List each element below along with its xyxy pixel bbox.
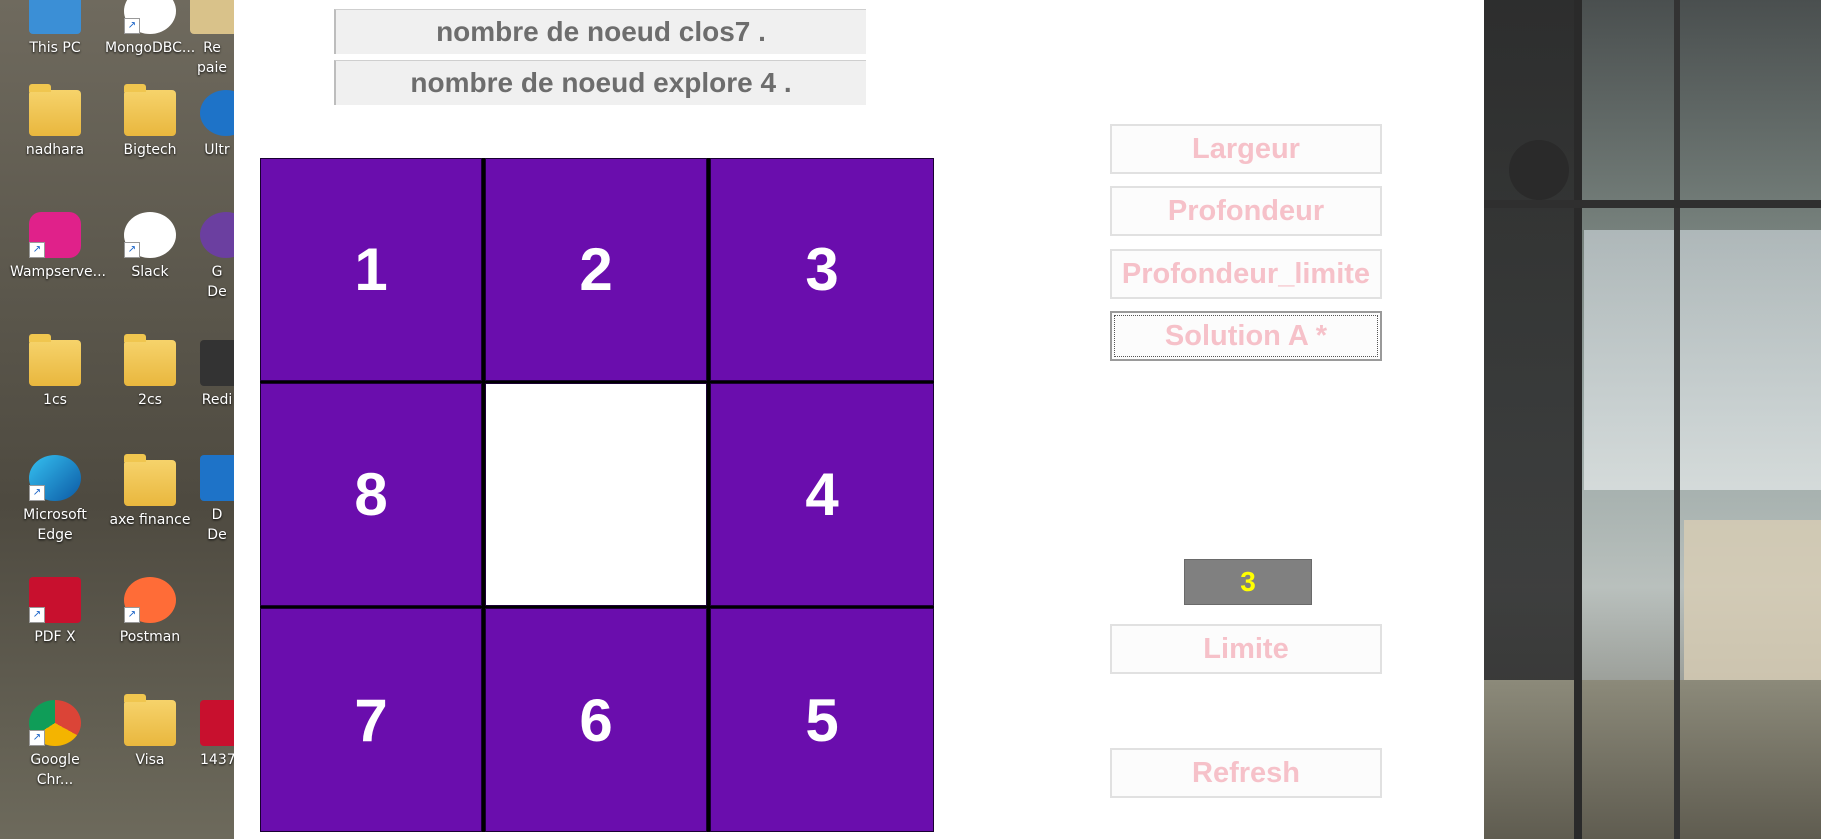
desktop-icon-d-de[interactable]: D De [200,455,234,545]
pdf-icon: ↗ [29,577,81,623]
desktop-icon-mongodb[interactable]: ↗ MongoDBC... [105,0,195,58]
puzzle-tile-8[interactable]: 8 [260,383,482,606]
puzzle-tile-3[interactable]: 3 [710,158,934,381]
profondeur-button[interactable]: Profondeur [1110,186,1382,236]
desktop-icon-redi[interactable]: Redi [200,340,234,410]
desktop-icon-microsoft-edge[interactable]: ↗ Microsoft Edge [10,455,100,545]
puzzle-app-window: nombre de noeud clos7 . nombre de noeud … [234,0,1484,839]
slack-icon: ↗ [124,212,176,258]
desktop-icon-label: Ultr [204,142,230,158]
solution-a-star-button[interactable]: Solution A * [1110,311,1382,361]
desktop-icon-pdf-x[interactable]: ↗ PDF X [10,577,100,647]
computer-icon [29,0,81,34]
folder-icon [29,334,81,386]
closed-nodes-label: nombre de noeud clos7 . [334,9,866,54]
postman-icon: ↗ [124,577,176,623]
desktop-icon-re-paie[interactable]: Re paie [190,0,234,78]
wampserver-icon: ↗ [29,212,81,258]
desktop-icon-label: Slack [131,264,169,280]
puzzle-tile-7[interactable]: 7 [260,608,482,832]
puzzle-tile-1[interactable]: 1 [260,158,482,381]
app-icon [200,455,234,501]
folder-icon [29,84,81,136]
desktop-icon-label: Bigtech [123,142,177,158]
puzzle-tile-5[interactable]: 5 [710,608,934,832]
desktop-icon-label: Visa [135,752,165,768]
desktop-icon-google-chrome[interactable]: ↗ Google Chr... [10,700,100,790]
desktop-icon-slack[interactable]: ↗ Slack [105,212,195,282]
folder-icon [124,454,176,506]
explored-nodes-label: nombre de noeud explore 4 . [334,60,866,105]
folder-icon [124,334,176,386]
app-icon [200,212,234,258]
desktop-icon-label: Wampserve... [10,264,106,280]
puzzle-tile-6[interactable]: 6 [485,608,707,832]
profondeur-limite-button[interactable]: Profondeur_limite [1110,249,1382,299]
desktop-icon-label: nadhara [25,142,85,158]
desktop-wallpaper [1484,0,1821,839]
desktop-icon-1437[interactable]: 1437 [200,700,234,770]
folder-icon [124,84,176,136]
desktop-icon-1cs[interactable]: 1cs [10,334,100,410]
refresh-button[interactable]: Refresh [1110,748,1382,798]
desktop-icon-visa[interactable]: Visa [105,694,195,770]
desktop-icon-ultr[interactable]: Ultr [200,90,234,160]
pdf-icon [200,700,234,746]
app-icon [200,90,234,136]
app-icon [200,340,234,386]
desktop-icon-axe-finance[interactable]: axe finance [105,454,195,530]
desktop-icon-label: Postman [119,629,181,645]
puzzle-tile-4[interactable]: 4 [710,383,934,606]
puzzle-board: 1 2 3 8 4 7 6 5 [260,158,934,832]
desktop-icon-2cs[interactable]: 2cs [105,334,195,410]
file-icon [190,0,234,34]
desktop-icon-label: D De [207,507,227,543]
desktop-icon-label: Redi [201,392,233,408]
desktop-icon-label: 1437 [200,752,234,768]
desktop-icon-g-de[interactable]: G De [200,212,234,302]
desktop-icon-bigtech[interactable]: Bigtech [105,84,195,160]
chrome-icon: ↗ [29,700,81,746]
desktop-icon-label: PDF X [34,629,76,645]
edge-icon: ↗ [29,455,81,501]
folder-icon [124,694,176,746]
desktop-icon-label: 1cs [43,392,67,408]
desktop-icon-label: Microsoft Edge [23,507,87,543]
puzzle-tile-2[interactable]: 2 [485,158,707,381]
desktop-icon-label: This PC [29,40,81,56]
desktop-icon-wampserver[interactable]: ↗ Wampserve... [10,212,106,282]
limite-button[interactable]: Limite [1110,624,1382,674]
desktop-icon-label: MongoDBC... [105,40,196,56]
desktop-icon-postman[interactable]: ↗ Postman [105,577,195,647]
desktop-icon-label: 2cs [138,392,162,408]
desktop-icon-label: G De [207,264,227,300]
desktop-icon-nadhara[interactable]: nadhara [10,84,100,160]
desktop-icon-label: axe finance [109,512,191,528]
desktop-icon-label: Google Chr... [30,752,80,788]
puzzle-tile-empty[interactable] [485,383,707,606]
mongodb-icon: ↗ [124,0,176,34]
largeur-button[interactable]: Largeur [1110,124,1382,174]
desktop-icon-this-pc[interactable]: This PC [10,0,100,58]
limit-value-field[interactable]: 3 [1184,559,1312,605]
desktop-icon-label: Re paie [197,40,227,76]
